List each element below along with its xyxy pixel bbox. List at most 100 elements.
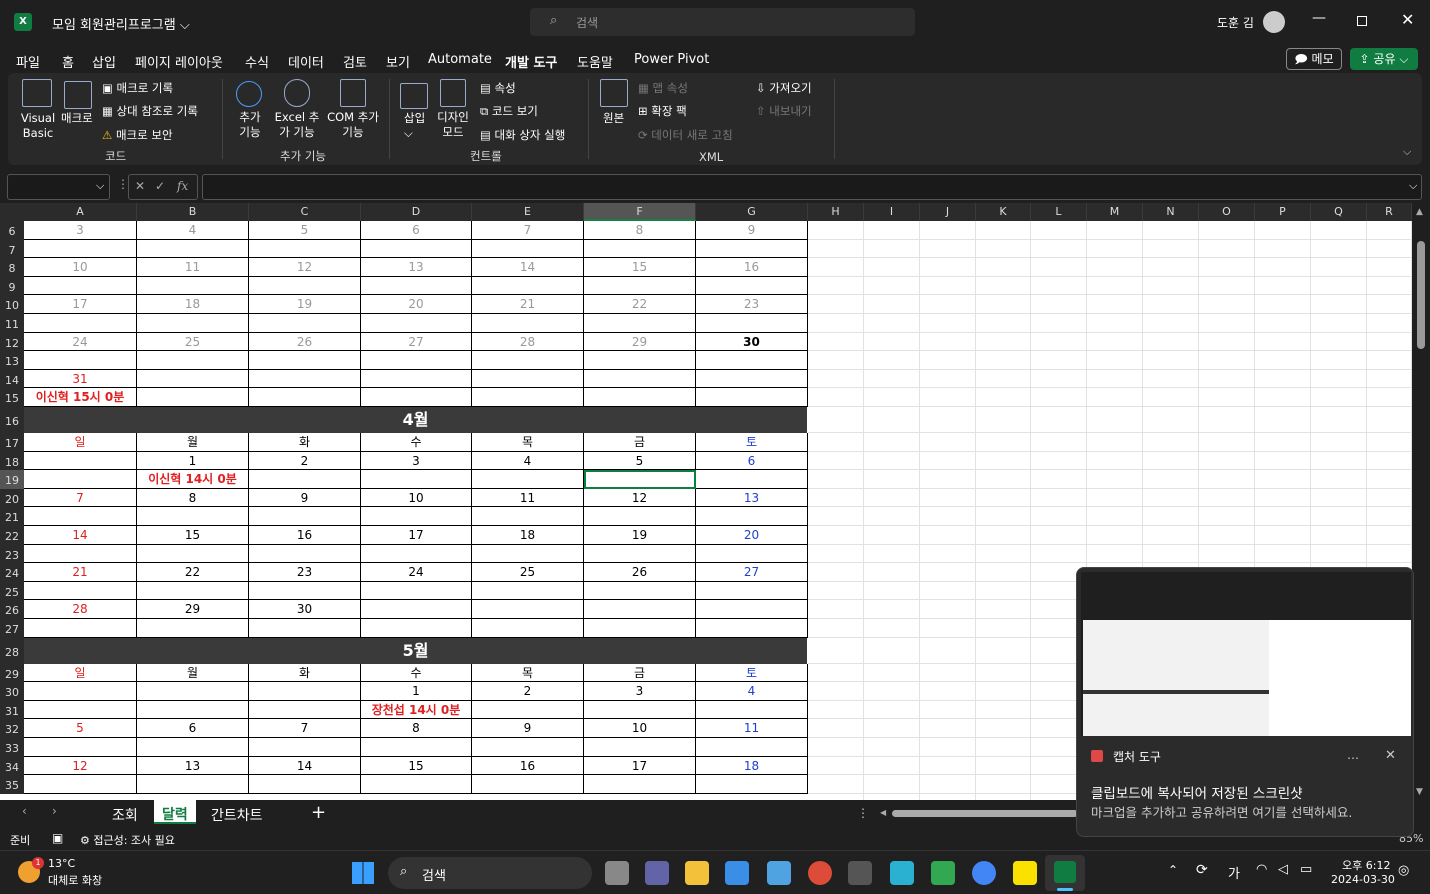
table-cell[interactable] [361,239,472,259]
table-cell[interactable]: 12 [24,756,137,776]
table-cell[interactable]: 16 [472,756,584,776]
table-cell[interactable]: 7 [24,488,137,508]
row-header[interactable]: 7 [0,239,24,259]
table-cell[interactable]: 2 [249,451,361,471]
table-cell[interactable] [249,581,361,601]
row-header[interactable]: 9 [0,276,24,296]
table-cell[interactable]: 6 [137,719,249,738]
table-cell[interactable] [584,507,696,526]
com-addins-button[interactable]: COM 추가 기능 [326,110,380,140]
column-header[interactable]: H [808,203,864,221]
row-header[interactable]: 24 [0,563,24,582]
table-cell[interactable] [249,470,361,489]
table-cell[interactable] [137,581,249,601]
sheet-tab[interactable]: 간트차트 [211,805,263,825]
table-cell[interactable]: 월 [137,433,249,452]
refresh-data-button[interactable]: ⟳ 데이터 새로 고침 [638,127,733,143]
tab-data[interactable]: 데이터 [288,52,324,71]
tab-home[interactable]: 홈 [62,52,74,71]
table-cell[interactable] [24,619,137,638]
table-cell[interactable] [361,470,472,489]
sync-icon[interactable]: ⟳ [1196,862,1208,878]
table-cell[interactable] [472,700,584,720]
table-cell[interactable] [472,600,584,619]
tab-help[interactable]: 도움말 [577,52,613,71]
table-cell[interactable]: 1 [361,682,472,701]
table-cell[interactable] [24,276,137,296]
table-cell[interactable]: 7 [472,221,584,240]
show-hidden-icons-icon[interactable]: ⌃ [1168,863,1178,877]
table-cell[interactable] [249,276,361,296]
table-cell[interactable]: 일 [24,663,137,683]
table-cell[interactable]: 금 [584,663,696,683]
table-cell[interactable] [137,619,249,638]
row-header[interactable]: 20 [0,488,24,508]
row-header[interactable]: 29 [0,663,24,683]
table-cell[interactable] [584,314,696,333]
table-cell[interactable]: 8 [137,488,249,508]
table-cell[interactable] [696,351,808,370]
row-header[interactable]: 12 [0,332,24,352]
table-cell[interactable]: 4 [137,221,249,240]
table-cell[interactable] [472,470,584,489]
table-cell[interactable]: 13 [361,258,472,277]
column-header[interactable]: M [1087,203,1143,221]
table-cell[interactable] [584,619,696,638]
search-box[interactable]: ⌕ 검색 [530,8,915,36]
xml-source-button[interactable]: 원본 [603,110,624,126]
tab-automate[interactable]: Automate [428,52,492,67]
table-cell[interactable]: 17 [584,756,696,776]
table-cell[interactable]: 21 [24,563,137,582]
table-cell[interactable] [472,738,584,757]
table-cell[interactable]: 목 [472,433,584,452]
table-cell[interactable]: 29 [584,332,696,352]
row-header[interactable]: 11 [0,314,24,333]
table-cell[interactable]: 16 [249,526,361,545]
taskbar-search[interactable]: ⌕ 검색 [388,857,592,889]
macro-security-button[interactable]: ⚠ 매크로 보안 [102,127,173,143]
column-header[interactable]: D [361,203,472,221]
table-cell[interactable] [361,600,472,619]
tab-insert[interactable]: 삽입 [92,52,116,71]
table-cell[interactable]: 수 [361,433,472,452]
table-cell[interactable] [472,351,584,370]
table-cell[interactable]: 11 [472,488,584,508]
kakaotalk-icon[interactable] [1013,861,1037,885]
volume-icon[interactable]: ◁ [1278,862,1288,877]
column-header[interactable]: Q [1311,203,1367,221]
screenshot-thumbnail[interactable] [1081,572,1411,736]
table-cell[interactable]: 6 [696,451,808,471]
table-cell[interactable]: 17 [361,526,472,545]
excel-logo-icon[interactable]: X [14,13,32,31]
table-cell[interactable]: 4 [472,451,584,471]
accessibility-status[interactable]: ⚙ 접근성: 조사 필요 [80,832,175,848]
memo-button[interactable]: 🗩 메모 [1286,48,1342,70]
row-header[interactable]: 30 [0,682,24,701]
row-header[interactable]: 23 [0,544,24,564]
table-cell[interactable]: 20 [361,295,472,314]
export-button[interactable]: ⇧ 내보내기 [756,103,812,119]
row-header[interactable]: 14 [0,369,24,389]
table-cell[interactable]: 18 [696,756,808,776]
table-cell[interactable]: 장천섭 14시 0분 [361,700,472,720]
row-header[interactable]: 22 [0,526,24,545]
insert-control-button[interactable]: 삽입 ⌵ [404,110,425,141]
select-all-corner[interactable] [0,203,24,221]
scroll-left-icon[interactable]: ◀ [880,808,886,817]
table-cell[interactable] [696,470,808,489]
table-cell[interactable] [696,507,808,526]
table-cell[interactable]: 22 [584,295,696,314]
table-cell[interactable] [24,451,137,471]
table-cell[interactable] [361,738,472,757]
table-cell[interactable] [696,388,808,407]
table-cell[interactable] [472,544,584,564]
view-code-button[interactable]: ⧉ 코드 보기 [480,103,538,119]
table-cell[interactable] [361,388,472,407]
table-cell[interactable] [584,775,696,794]
column-header[interactable]: O [1199,203,1255,221]
table-cell[interactable]: 이신혁 14시 0분 [137,470,249,489]
excel-taskbar-icon[interactable] [1045,855,1085,891]
table-cell[interactable] [361,775,472,794]
table-cell[interactable] [249,314,361,333]
row-header[interactable]: 16 [0,407,24,433]
